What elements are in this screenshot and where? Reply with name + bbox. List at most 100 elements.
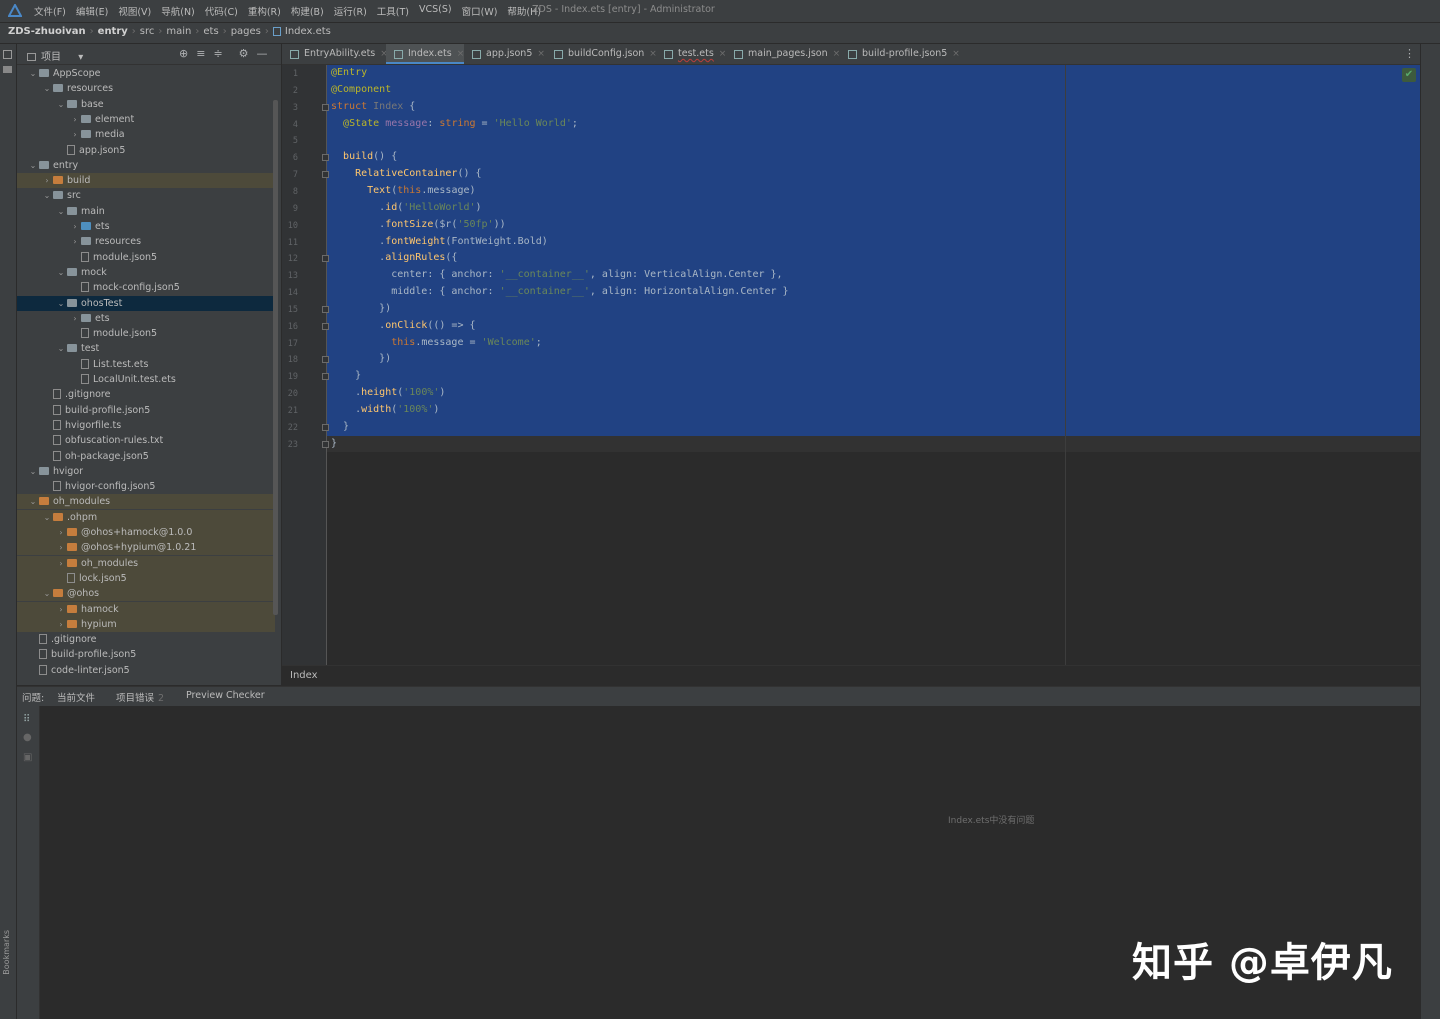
hide-icon[interactable]: — [257, 47, 268, 60]
menu-item[interactable]: 构建(B) [291, 4, 324, 18]
tree-row[interactable]: ⌄ test [17, 341, 275, 356]
inspection-ok-icon[interactable]: ✔ [1402, 68, 1416, 82]
tree-scrollbar[interactable] [273, 100, 278, 615]
breadcrumb-item[interactable]: src [140, 26, 155, 37]
more-tabs-icon[interactable]: ⋮ [1404, 47, 1415, 60]
locate-icon[interactable]: ⊕ [179, 47, 188, 60]
tree-row[interactable]: › oh_modules [17, 555, 275, 571]
tab-buildconfig-json[interactable]: buildConfig.json × [546, 44, 657, 64]
menu-item[interactable]: 视图(V) [118, 4, 151, 18]
chevron-down-icon[interactable]: ⌄ [27, 464, 39, 479]
tree-row[interactable]: › @ohos+hamock@1.0.0 [17, 525, 275, 540]
breadcrumb-item[interactable]: ets [203, 26, 218, 37]
expand-all-icon[interactable]: ≡ [196, 47, 205, 60]
menu-item[interactable]: 重构(R) [248, 4, 281, 18]
chevron-right-icon[interactable]: › [69, 219, 81, 234]
menu-item[interactable]: 工具(T) [377, 4, 409, 18]
tree-row[interactable]: code-linter.json5 [17, 663, 275, 678]
chevron-down-icon[interactable]: ⌄ [41, 188, 53, 203]
tree-row[interactable]: hvigor-config.json5 [17, 479, 275, 494]
tree-row[interactable]: ⌄ oh_modules [17, 494, 275, 510]
tree-row[interactable]: LocalUnit.test.ets [17, 372, 275, 387]
tree-row[interactable]: .gitignore [17, 632, 275, 647]
chevron-right-icon[interactable]: › [69, 311, 81, 326]
tree-row[interactable]: ⌄ hvigor [17, 464, 275, 479]
fold-marker-icon[interactable] [322, 322, 329, 330]
tab-main-pages-json[interactable]: main_pages.json × [726, 44, 840, 64]
lightbulb-icon[interactable]: ● [23, 732, 32, 743]
tree-row[interactable]: hvigorfile.ts [17, 418, 275, 433]
tree-row[interactable]: build-profile.json5 [17, 403, 275, 418]
menu-item[interactable]: VCS(S) [419, 4, 452, 18]
tree-row[interactable]: › hamock [17, 601, 275, 617]
tree-row[interactable]: ⌄ ohosTest [17, 295, 275, 311]
tree-row[interactable]: ⌄ .ohpm [17, 509, 275, 525]
breadcrumb-item[interactable]: entry [98, 26, 128, 37]
tree-row[interactable]: module.json5 [17, 250, 275, 265]
menu-item[interactable]: 编辑(E) [76, 4, 108, 18]
tree-row[interactable]: ⌄ base [17, 97, 275, 112]
tree-row[interactable]: .gitignore [17, 387, 275, 402]
chevron-right-icon[interactable]: › [41, 173, 53, 188]
tree-row[interactable]: › ets [17, 219, 275, 234]
fold-marker-icon[interactable] [322, 356, 329, 364]
menu-item[interactable]: 导航(N) [161, 4, 195, 18]
fold-marker-icon[interactable] [322, 423, 329, 431]
tree-row[interactable]: ⌄ main [17, 204, 275, 219]
chevron-right-icon[interactable]: › [55, 525, 67, 540]
chevron-down-icon[interactable]: ⌄ [55, 296, 67, 311]
tree-row[interactable]: › @ohos+hypium@1.0.21 [17, 540, 275, 556]
tab-index-ets[interactable]: Index.ets × [386, 44, 465, 64]
tree-row[interactable]: › media [17, 127, 275, 142]
tree-row[interactable]: ⌄ entry [17, 158, 275, 173]
tree-row[interactable]: ⌄ src [17, 188, 275, 203]
close-icon[interactable]: × [952, 49, 960, 59]
breadcrumb-item[interactable]: Index.ets [285, 26, 331, 37]
tree-row[interactable]: ⌄ @ohos [17, 586, 275, 602]
chevron-down-icon[interactable]: ⌄ [27, 158, 39, 173]
chevron-right-icon[interactable]: › [55, 540, 67, 555]
chevron-down-icon[interactable]: ⌄ [55, 204, 67, 219]
editor-breadcrumb-item[interactable]: Index [290, 670, 318, 681]
chevron-down-icon[interactable]: ⌄ [55, 341, 67, 356]
tree-row[interactable]: app.json5 [17, 143, 275, 158]
tree-row[interactable]: mock-config.json5 [17, 280, 275, 295]
close-icon[interactable]: × [537, 49, 545, 59]
chevron-right-icon[interactable]: › [55, 556, 67, 571]
menu-item[interactable]: 窗口(W) [462, 4, 498, 18]
tree-row[interactable]: › hypium [17, 616, 275, 632]
tab-build-profile-json5[interactable]: build-profile.json5 × [840, 44, 960, 64]
tab-app-json5[interactable]: app.json5 × [464, 44, 545, 64]
fold-marker-icon[interactable] [322, 305, 329, 313]
breadcrumb-item[interactable]: ZDS-zhuoivan [8, 26, 86, 37]
menu-item[interactable]: 运行(R) [334, 4, 367, 18]
chevron-down-icon[interactable]: ⌄ [41, 586, 53, 601]
chevron-down-icon[interactable]: ⌄ [55, 265, 67, 280]
chevron-down-icon[interactable]: ⌄ [27, 66, 39, 81]
menu-item[interactable]: 文件(F) [34, 4, 66, 18]
menu-item[interactable]: 代码(C) [205, 4, 238, 18]
tree-row[interactable]: › build [17, 173, 275, 189]
chevron-down-icon[interactable]: ⌄ [55, 97, 67, 112]
collapse-all-icon[interactable]: ≑ [213, 47, 222, 60]
tree-row[interactable]: › resources [17, 234, 275, 249]
chevron-right-icon[interactable]: › [69, 127, 81, 142]
tab-entryability-ets[interactable]: EntryAbility.ets × [282, 44, 388, 64]
bookmarks-tool-tab[interactable]: Bookmarks [2, 930, 11, 975]
group-by-icon[interactable]: ⠿ [23, 714, 30, 725]
tab-project-errors[interactable]: 项目错误 2 [116, 690, 164, 704]
tree-row[interactable]: obfuscation-rules.txt [17, 433, 275, 448]
project-view-selector[interactable]: 项目 ▾ [27, 48, 83, 63]
tree-row[interactable]: lock.json5 [17, 570, 275, 586]
breadcrumb-item[interactable]: main [166, 26, 191, 37]
tree-row[interactable]: › ets [17, 311, 275, 326]
project-tool-icon[interactable] [3, 50, 12, 59]
chevron-down-icon[interactable]: ⌄ [41, 81, 53, 96]
fold-marker-icon[interactable] [322, 373, 329, 381]
folder-tool-icon[interactable] [3, 66, 12, 73]
fold-marker-icon[interactable] [322, 171, 329, 179]
tree-row[interactable]: build-profile.json5 [17, 647, 275, 662]
tree-row[interactable]: › element [17, 112, 275, 127]
chevron-down-icon[interactable]: ⌄ [27, 494, 39, 509]
chevron-down-icon[interactable]: ⌄ [41, 510, 53, 525]
